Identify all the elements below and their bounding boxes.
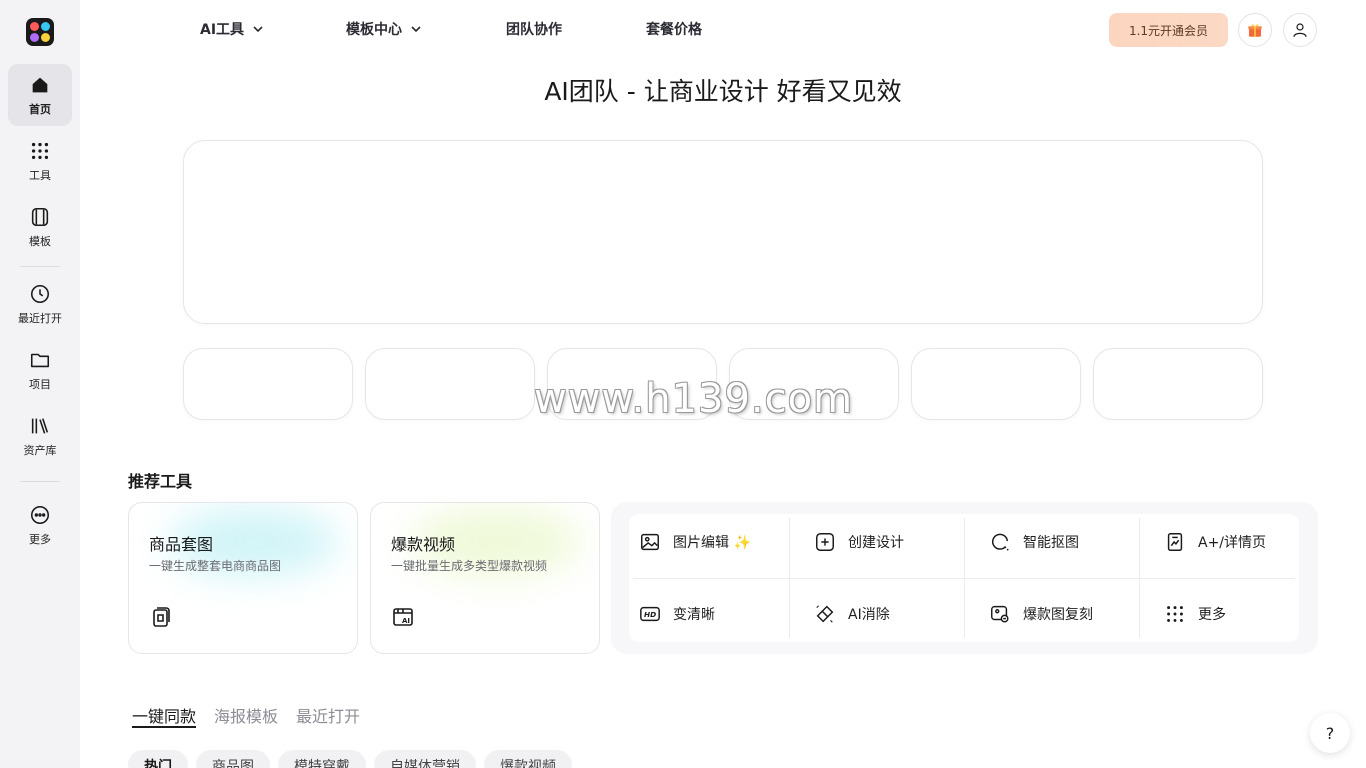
tools-grid-panel: 图片编辑 ✨ 创建设计 智能抠图 A+/详情页 HD 变清晰 AI消除 爆款图复…	[611, 502, 1318, 654]
section-title: 推荐工具	[128, 472, 193, 491]
sidebar-item-label: 模板	[29, 234, 51, 248]
tool-ai-erase[interactable]: AI消除	[814, 603, 890, 625]
sidebar-item-templates[interactable]: 模板	[8, 196, 72, 258]
tool-card-product-set[interactable]: 商品套图 一键生成整套电商商品图	[128, 502, 358, 654]
gift-button[interactable]	[1238, 13, 1272, 47]
user-icon	[1293, 23, 1307, 37]
nav-template-center[interactable]: 模板中心	[346, 19, 422, 39]
tool-create-design[interactable]: 创建设计	[814, 531, 904, 553]
sidebar-item-projects[interactable]: 项目	[8, 339, 72, 401]
tools-grid: 图片编辑 ✨ 创建设计 智能抠图 A+/详情页 HD 变清晰 AI消除 爆款图复…	[629, 514, 1299, 642]
tab-same-style[interactable]: 一键同款	[132, 703, 196, 727]
vip-button[interactable]: 1.1元开通会员	[1109, 13, 1228, 47]
grid-dots-icon	[1167, 606, 1183, 622]
tool-enhance-clarity[interactable]: HD 变清晰	[639, 603, 715, 625]
chevron-down-icon	[253, 26, 263, 33]
user-button[interactable]	[1283, 13, 1317, 47]
sidebar-item-label: 资产库	[23, 443, 57, 457]
clock-icon	[30, 284, 50, 303]
chip-hot-video[interactable]: 爆款视频	[484, 750, 572, 768]
tool-card-title: 爆款视频	[391, 535, 456, 554]
tool-card-hot-video[interactable]: 爆款视频 一键批量生成多类型爆款视频 AI	[370, 502, 600, 654]
tool-detail-page[interactable]: A+/详情页	[1164, 531, 1266, 553]
sidebar-item-label: 更多	[29, 532, 51, 546]
tool-label: 爆款图复刻	[1023, 607, 1093, 623]
sidebar-divider	[20, 266, 60, 267]
tool-label: AI消除	[848, 607, 890, 623]
plus-square-icon	[816, 533, 834, 551]
tool-more[interactable]: 更多	[1164, 603, 1226, 625]
replicate-icon	[991, 605, 1009, 623]
gift-icon	[1248, 24, 1262, 37]
chevron-down-icon	[411, 26, 421, 33]
grid-divider	[633, 578, 1295, 579]
hero-banner[interactable]	[183, 140, 1263, 324]
svg-text:HD: HD	[644, 610, 656, 619]
tool-card-title: 商品套图	[149, 535, 214, 554]
sidebar-item-label: 最近打开	[18, 311, 62, 325]
help-button[interactable]: ?	[1310, 713, 1350, 753]
more-circle-icon	[30, 505, 50, 524]
chip-model-wear[interactable]: 模特穿戴	[278, 750, 366, 768]
tool-label: 创建设计	[848, 535, 904, 551]
sidebar-item-assets[interactable]: 资产库	[8, 405, 72, 467]
eraser-icon	[816, 605, 834, 623]
tab-poster-templates[interactable]: 海报模板	[214, 703, 278, 727]
sidebar-item-more[interactable]: 更多	[8, 494, 72, 556]
folder-icon	[30, 353, 50, 367]
tool-label: 更多	[1198, 607, 1226, 623]
tool-label: 图片编辑 ✨	[673, 535, 751, 551]
tab-active-indicator	[132, 726, 196, 728]
library-icon	[31, 417, 49, 434]
sidebar: 首页 工具 模板 最近打开 项目 资产库 更多	[0, 0, 80, 768]
tool-label: A+/详情页	[1198, 535, 1267, 551]
watermark: www.h139.com	[534, 376, 854, 422]
tab-recent[interactable]: 最近打开	[296, 703, 360, 727]
sidebar-divider	[20, 481, 60, 482]
feature-card[interactable]	[183, 348, 353, 420]
app-logo[interactable]	[26, 18, 54, 46]
product-set-icon	[153, 607, 170, 627]
nav-pricing[interactable]: 套餐价格	[646, 19, 702, 39]
tool-card-subtitle: 一键生成整套电商商品图	[149, 559, 282, 573]
chip-hot[interactable]: 热门	[128, 750, 188, 768]
feature-card[interactable]	[1093, 348, 1263, 420]
nav-team-collab[interactable]: 团队协作	[506, 19, 562, 39]
template-icon	[31, 207, 49, 226]
nav-ai-tools[interactable]: AI工具	[200, 19, 264, 39]
hd-icon: HD	[640, 606, 660, 622]
sidebar-item-label: 项目	[29, 377, 51, 391]
nav-label: AI工具	[200, 22, 245, 38]
nav-label: 套餐价格	[646, 22, 702, 38]
tool-smart-cutout[interactable]: 智能抠图	[989, 531, 1079, 553]
ai-video-icon: AI	[393, 608, 413, 626]
sidebar-item-recent[interactable]: 最近打开	[8, 273, 72, 335]
svg-text:AI: AI	[402, 617, 410, 625]
chip-social-marketing[interactable]: 自媒体营销	[374, 750, 476, 768]
detail-page-icon	[1167, 533, 1183, 551]
tool-label: 智能抠图	[1023, 535, 1079, 551]
feature-card[interactable]	[911, 348, 1081, 420]
feature-card[interactable]	[365, 348, 535, 420]
tool-image-edit[interactable]: 图片编辑 ✨	[639, 531, 751, 553]
cutout-icon	[991, 533, 1009, 551]
chip-product-image[interactable]: 商品图	[196, 750, 270, 768]
tool-replicate[interactable]: 爆款图复刻	[989, 603, 1093, 625]
tool-label: 变清晰	[673, 607, 715, 623]
nav-label: 团队协作	[506, 22, 562, 38]
nav-label: 模板中心	[346, 22, 402, 38]
sidebar-item-label: 工具	[29, 168, 51, 182]
tool-card-subtitle: 一键批量生成多类型爆款视频	[391, 559, 548, 573]
image-edit-icon	[641, 533, 659, 551]
grid-dots-icon	[31, 142, 49, 159]
sidebar-item-tools[interactable]: 工具	[8, 130, 72, 192]
page-title: AI团队 - 让商业设计 好看又见效	[544, 77, 902, 106]
